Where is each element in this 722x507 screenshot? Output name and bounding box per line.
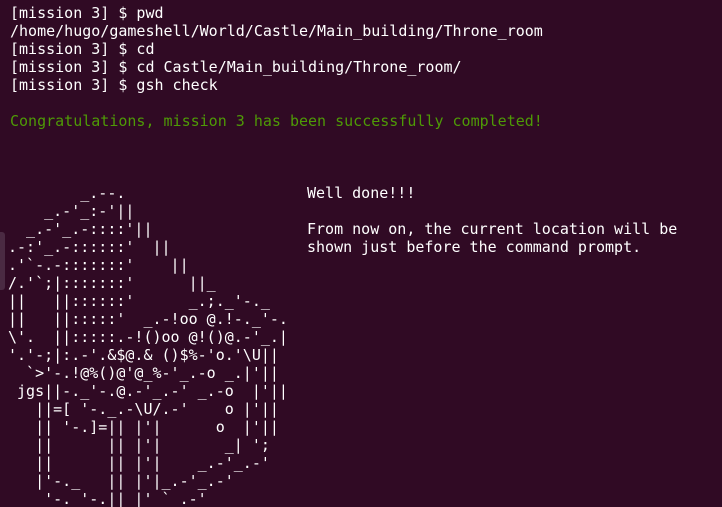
command-line-gsh-check: [mission 3] $ gsh check (10, 76, 218, 94)
command-line-cd-path: [mission 3] $ cd Castle/Main_building/Th… (10, 58, 462, 76)
terminal-window[interactable]: [mission 3] $ pwd /home/hugo/gameshell/W… (0, 0, 722, 507)
scrollbar-handle[interactable] (0, 232, 5, 290)
castle-ascii-art: _.--. _.-'_:-'|| _.-'_.-::::'|| .-:'_.-:… (8, 184, 288, 507)
info-message-line-2: shown just before the command prompt. (307, 238, 642, 256)
praise-message: Well done!!! (307, 184, 416, 202)
info-message-line-1: From now on, the current location will b… (307, 220, 678, 238)
command-line-pwd: [mission 3] $ pwd (10, 4, 164, 22)
success-message: Congratulations, mission 3 has been succ… (10, 112, 543, 130)
command-line-cd: [mission 3] $ cd (10, 40, 155, 58)
output-path: /home/hugo/gameshell/World/Castle/Main_b… (10, 22, 543, 40)
